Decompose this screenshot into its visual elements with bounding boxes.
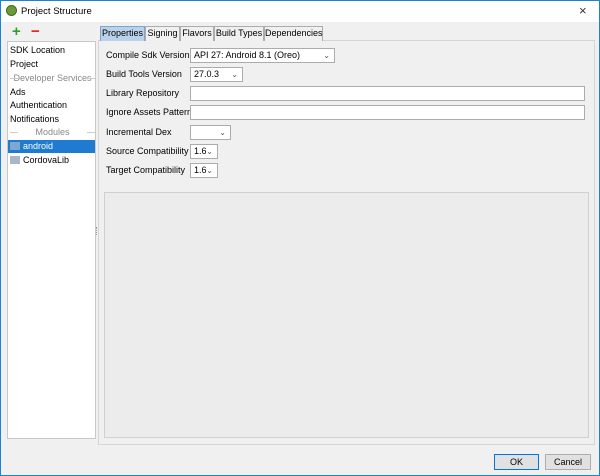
sidebar-list: SDK Location Project Developer Services …: [7, 41, 96, 439]
incremental-dex-label: Incremental Dex: [106, 125, 172, 139]
compile-sdk-label: Compile Sdk Version: [106, 48, 190, 62]
compile-sdk-select[interactable]: API 27: Android 8.1 (Oreo) ⌄: [190, 48, 335, 63]
build-tools-select[interactable]: 27.0.3 ⌄: [190, 67, 243, 82]
sidebar-item-sdk-location[interactable]: SDK Location: [10, 44, 95, 57]
sidebar-item-ads[interactable]: Ads: [10, 86, 95, 99]
module-android[interactable]: android: [8, 140, 95, 153]
incremental-dex-select[interactable]: ⌄: [190, 125, 231, 140]
library-repository-label: Library Repository: [106, 86, 179, 100]
target-compat-value: 1.6: [194, 165, 207, 175]
source-compat-select[interactable]: 1.6⌄: [190, 144, 218, 159]
tab-flavors[interactable]: Flavors: [180, 26, 214, 41]
project-structure-dialog: Project Structure × + − SDK Location Pro…: [0, 0, 600, 476]
sidebar-item-notifications[interactable]: Notifications: [10, 113, 95, 126]
tab-build-types[interactable]: Build Types: [214, 26, 264, 41]
developer-services-header: Developer Services: [10, 72, 95, 85]
library-repository-input[interactable]: [190, 86, 585, 101]
chevron-down-icon: ⌄: [323, 49, 330, 62]
module-label: android: [23, 141, 53, 151]
details-area: [104, 192, 589, 438]
add-icon[interactable]: +: [12, 25, 21, 39]
remove-icon[interactable]: −: [31, 25, 40, 39]
ignore-assets-input[interactable]: [190, 105, 585, 120]
tab-signing[interactable]: Signing: [145, 26, 180, 41]
window-title: Project Structure: [21, 6, 92, 17]
target-compat-select[interactable]: 1.6⌄: [190, 163, 218, 178]
cancel-button[interactable]: Cancel: [545, 454, 591, 470]
tab-dependencies[interactable]: Dependencies: [264, 26, 323, 41]
build-tools-value: 27.0.3: [194, 69, 219, 79]
tab-properties[interactable]: Properties: [100, 26, 145, 41]
sidebar-item-project[interactable]: Project: [10, 58, 95, 71]
ignore-assets-label: Ignore Assets Pattern: [106, 105, 192, 119]
modules-header: Modules: [10, 126, 95, 139]
module-cordovalib[interactable]: CordovaLib: [10, 154, 95, 167]
library-module-icon: [10, 156, 20, 164]
chevron-down-icon: ⌄: [206, 164, 213, 177]
ok-button[interactable]: OK: [494, 454, 539, 470]
build-tools-label: Build Tools Version: [106, 67, 182, 81]
close-icon[interactable]: ×: [579, 3, 587, 18]
android-studio-icon: [6, 5, 17, 16]
sidebar-item-authentication[interactable]: Authentication: [10, 99, 95, 112]
module-label: CordovaLib: [23, 155, 69, 165]
target-compat-label: Target Compatibility: [106, 163, 185, 177]
chevron-down-icon: ⌄: [219, 126, 226, 139]
module-folder-icon: [10, 142, 20, 150]
chevron-down-icon: ⌄: [206, 145, 213, 158]
compile-sdk-value: API 27: Android 8.1 (Oreo): [194, 50, 300, 60]
chevron-down-icon: ⌄: [231, 68, 238, 81]
source-compat-label: Source Compatibility: [106, 144, 189, 158]
source-compat-value: 1.6: [194, 146, 207, 156]
